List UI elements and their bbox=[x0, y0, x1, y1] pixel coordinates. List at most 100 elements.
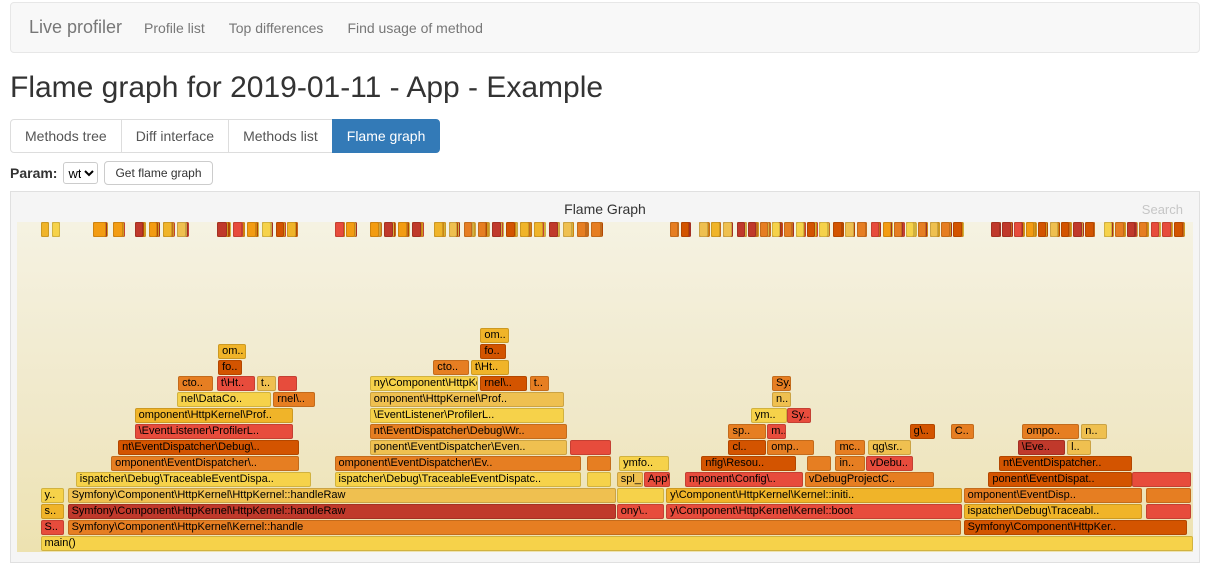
flame-frame[interactable] bbox=[434, 222, 443, 237]
flame-frame[interactable] bbox=[699, 222, 708, 237]
flame-frame[interactable] bbox=[784, 222, 792, 237]
flame-frame[interactable] bbox=[1127, 222, 1135, 237]
flame-frame[interactable]: y\Component\HttpKernel\Kernel::initi.. bbox=[666, 488, 962, 503]
tab-methods-list[interactable]: Methods list bbox=[228, 119, 333, 153]
flame-frame[interactable] bbox=[1104, 222, 1113, 237]
flame-frame[interactable] bbox=[681, 222, 689, 237]
flame-frame[interactable]: rnel\.. bbox=[273, 392, 314, 407]
flame-frame[interactable] bbox=[941, 222, 950, 237]
flame-frame[interactable] bbox=[991, 222, 1000, 237]
flame-frame[interactable] bbox=[587, 456, 611, 471]
flame-frame[interactable]: S.. bbox=[41, 520, 65, 535]
flame-frame[interactable]: t\Ht.. bbox=[471, 360, 509, 375]
flame-frame[interactable]: Symfony\Component\HttpKernel\HttpKernel:… bbox=[68, 504, 616, 519]
flame-frame[interactable]: sp.. bbox=[728, 424, 766, 439]
flame-frame[interactable] bbox=[930, 222, 939, 237]
flame-frame[interactable] bbox=[1050, 222, 1058, 237]
flame-frame[interactable] bbox=[478, 222, 486, 237]
flame-frame[interactable]: t.. bbox=[530, 376, 549, 391]
flame-frame[interactable]: nt\EventDispatcher\Debug\.. bbox=[118, 440, 299, 455]
flame-frame[interactable] bbox=[807, 456, 831, 471]
flame-frame[interactable]: fo.. bbox=[480, 344, 506, 359]
flame-frame[interactable]: cl.. bbox=[728, 440, 766, 455]
flame-frame[interactable] bbox=[591, 222, 601, 237]
flame-frame[interactable]: Symfony\Component\HttpKernel\Kernel::han… bbox=[68, 520, 962, 535]
flame-frame[interactable]: \Eve.. bbox=[1018, 440, 1065, 455]
flame-frame[interactable] bbox=[670, 222, 678, 237]
flame-frame[interactable]: \EventListener\ProfilerL.. bbox=[370, 408, 564, 423]
flame-frame[interactable]: C.. bbox=[951, 424, 975, 439]
flame-search[interactable]: Search bbox=[1142, 202, 1183, 217]
flame-frame[interactable] bbox=[492, 222, 500, 237]
brand[interactable]: Live profiler bbox=[29, 17, 122, 38]
flame-frame[interactable] bbox=[737, 222, 746, 237]
flame-frame[interactable] bbox=[412, 222, 421, 237]
flame-frame[interactable] bbox=[1073, 222, 1082, 237]
flame-frame[interactable]: omponent\EventDisp.. bbox=[964, 488, 1143, 503]
flame-frame[interactable] bbox=[135, 222, 144, 237]
flame-frame[interactable] bbox=[262, 222, 271, 237]
flame-frame[interactable]: ponent\EventDispatcher\Even.. bbox=[370, 440, 568, 455]
flame-frame[interactable] bbox=[857, 222, 866, 237]
flame-frame[interactable] bbox=[760, 222, 768, 237]
flame-frame[interactable] bbox=[1085, 222, 1094, 237]
flame-frame[interactable]: App\.. bbox=[644, 472, 670, 487]
flame-frame[interactable]: omponent\EventDispatcher\.. bbox=[111, 456, 299, 471]
flame-frame[interactable]: spl_.. bbox=[617, 472, 643, 487]
flame-frame[interactable] bbox=[506, 222, 515, 237]
flame-frame[interactable]: mc.. bbox=[835, 440, 864, 455]
param-select[interactable]: wt bbox=[63, 162, 98, 184]
tab-diff-interface[interactable]: Diff interface bbox=[121, 119, 229, 153]
flame-frame[interactable] bbox=[287, 222, 296, 237]
flame-frame[interactable] bbox=[587, 472, 611, 487]
nav-profile-list[interactable]: Profile list bbox=[144, 20, 205, 36]
flame-frame[interactable] bbox=[177, 222, 186, 237]
flame-frame[interactable]: nel\DataCo.. bbox=[177, 392, 271, 407]
flame-frame[interactable] bbox=[278, 376, 297, 391]
flame-frame[interactable] bbox=[1002, 222, 1011, 237]
flame-frame[interactable]: Sy.. bbox=[787, 408, 811, 423]
flame-frame[interactable] bbox=[549, 222, 558, 237]
flame-frame[interactable] bbox=[883, 222, 891, 237]
tab-flame-graph[interactable]: Flame graph bbox=[332, 119, 441, 153]
flame-frame[interactable]: t.. bbox=[257, 376, 276, 391]
flame-frame[interactable] bbox=[276, 222, 285, 237]
flame-frame[interactable]: Sy.. bbox=[772, 376, 791, 391]
flame-frame[interactable] bbox=[1174, 222, 1183, 237]
flame-frame[interactable] bbox=[384, 222, 393, 237]
flame-frame[interactable]: ispatcher\Debug\Traceabl.. bbox=[964, 504, 1143, 519]
flame-frame[interactable]: nfig\Resou.. bbox=[701, 456, 795, 471]
flame-frame[interactable]: omponent\EventDispatcher\Ev.. bbox=[335, 456, 582, 471]
flame-frame[interactable] bbox=[617, 488, 664, 503]
flame-frame[interactable]: cto.. bbox=[433, 360, 468, 375]
flame-frame[interactable]: cto.. bbox=[178, 376, 213, 391]
flame-frame[interactable]: Symfony\Component\HttpKer.. bbox=[964, 520, 1187, 535]
flame-frame[interactable] bbox=[346, 222, 355, 237]
flame-frame[interactable]: ispatcher\Debug\TraceableEventDispatc.. bbox=[335, 472, 582, 487]
flame-frame[interactable]: ponent\EventDispat.. bbox=[988, 472, 1131, 487]
nav-top-diff[interactable]: Top differences bbox=[229, 20, 324, 36]
flame-frame[interactable] bbox=[819, 222, 828, 237]
flame-frame[interactable] bbox=[247, 222, 256, 237]
flame-frame[interactable] bbox=[163, 222, 172, 237]
flame-frame[interactable]: ym.. bbox=[751, 408, 787, 423]
flame-frame[interactable] bbox=[534, 222, 543, 237]
flame-frame[interactable] bbox=[577, 222, 587, 237]
flame-frame[interactable]: l.. bbox=[1067, 440, 1091, 455]
flame-frame[interactable]: \EventListener\ProfilerL.. bbox=[135, 424, 294, 439]
flame-frame[interactable] bbox=[918, 222, 926, 237]
flame-frame[interactable]: vDebugProjectC.. bbox=[805, 472, 934, 487]
flame-frame[interactable] bbox=[1146, 488, 1191, 503]
flame-frame[interactable] bbox=[149, 222, 158, 237]
flame-frame[interactable] bbox=[464, 222, 472, 237]
flame-frame[interactable] bbox=[894, 222, 902, 237]
flame-frame[interactable]: y.. bbox=[41, 488, 65, 503]
flame-frame[interactable]: rnel\.. bbox=[480, 376, 527, 391]
flame-frame[interactable]: main() bbox=[41, 536, 1193, 551]
flame-frame[interactable] bbox=[723, 222, 732, 237]
flame-frame[interactable] bbox=[1026, 222, 1034, 237]
flame-frame[interactable]: ompo.. bbox=[1022, 424, 1078, 439]
flame-frame[interactable] bbox=[748, 222, 756, 237]
flame-frame[interactable]: nt\EventDispatcher.. bbox=[999, 456, 1132, 471]
flame-frame[interactable] bbox=[52, 222, 60, 237]
